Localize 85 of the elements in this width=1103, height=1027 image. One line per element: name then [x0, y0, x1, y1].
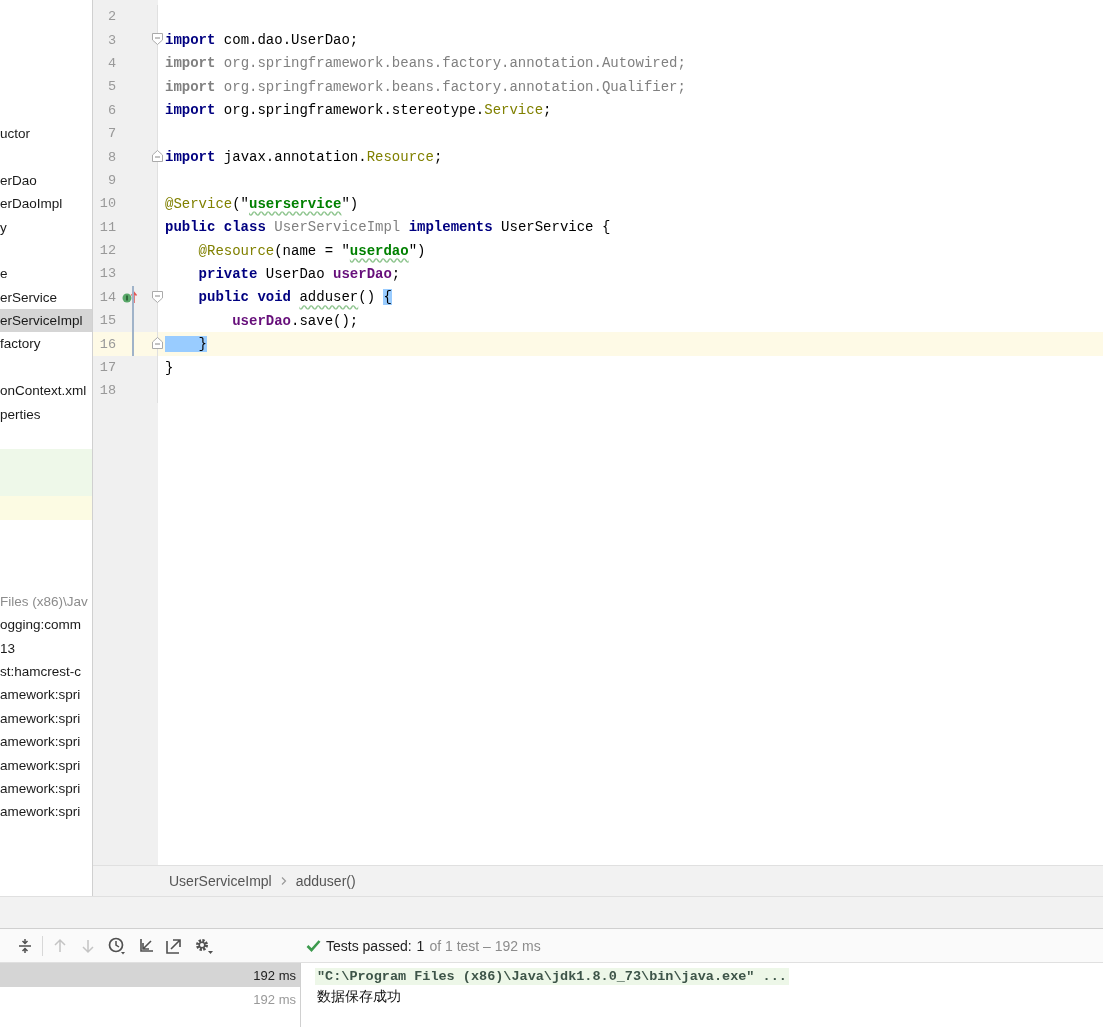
code-text: UserDao — [264, 266, 326, 282]
code-text: } — [165, 359, 174, 376]
tree-item[interactable]: y — [0, 215, 92, 239]
brace: { — [383, 289, 392, 306]
code-text: ; — [391, 266, 401, 282]
line-number: 17 — [98, 360, 116, 376]
line-number: 2 — [106, 9, 116, 25]
unused-code: UserServiceImpl — [273, 219, 401, 236]
tree-item[interactable]: Files (x86)\Jav — [0, 589, 92, 614]
line-number: 5 — [106, 79, 116, 95]
unused-code: org.springframework.beans.factory.annotation.Qualifier; — [222, 78, 686, 95]
line-number: 6 — [106, 102, 116, 118]
test-count: 1 — [416, 937, 425, 954]
test-duration: 192 ms — [253, 967, 296, 983]
line-number: 16 — [98, 336, 116, 352]
tree-item[interactable]: uctor — [0, 121, 92, 146]
tree-item[interactable]: st:hamcrest-c — [0, 659, 92, 684]
test-duration: 192 ms — [253, 991, 296, 1007]
code-text: .save(); — [291, 312, 359, 329]
keyword: public void — [197, 289, 293, 306]
tree-item[interactable]: amework:spri — [0, 730, 92, 754]
keyword: import — [165, 78, 216, 95]
tree-item[interactable]: perties — [0, 402, 92, 427]
line-number: 13 — [98, 266, 116, 282]
line-number: 10 — [98, 196, 116, 212]
line-number: 8 — [106, 149, 116, 165]
line-number: 12 — [98, 243, 116, 259]
keyword: import — [165, 149, 216, 166]
chevron-icon — [279, 876, 288, 886]
annotation: Service — [484, 102, 544, 119]
line-number: 15 — [98, 313, 116, 329]
code-text: com.dao.UserDao; — [222, 32, 359, 49]
brace: } — [165, 336, 207, 353]
code-text: ; — [543, 102, 552, 119]
tree-item[interactable]: amework:spri — [0, 776, 92, 801]
line-number: 9 — [106, 172, 116, 188]
tree-item[interactable]: amework:spri — [0, 753, 92, 777]
tree-item[interactable]: onContext.xml — [0, 379, 92, 403]
keyword: private — [197, 266, 258, 282]
line-number: 7 — [106, 126, 116, 142]
code-text: javax.annotation. — [222, 149, 367, 166]
tree-item[interactable]: erDaoImpl — [0, 192, 92, 216]
console-output: 数据保存成功 — [316, 987, 402, 1006]
keyword: import — [165, 55, 216, 72]
string-literal: userservice — [249, 195, 342, 212]
tree-item[interactable]: e — [0, 262, 92, 286]
keyword: import — [165, 32, 216, 49]
string-literal: userdao — [349, 242, 409, 259]
line-number: 4 — [106, 55, 116, 71]
breadcrumb-item[interactable]: adduser() — [295, 873, 356, 889]
method-name: adduser — [299, 289, 359, 306]
unused-code: org.springframework.beans.factory.annotation.Autowired; — [222, 55, 686, 72]
tree-item[interactable]: ogging:comm — [0, 613, 92, 637]
keyword: implements — [407, 219, 493, 236]
tree-item[interactable]: factory — [0, 332, 92, 356]
code-text: () — [358, 289, 377, 306]
test-summary: of 1 test – 192 ms — [429, 937, 541, 954]
code-text: ") — [408, 242, 426, 259]
annotation: @Resource — [197, 242, 275, 259]
code-text: (" — [232, 195, 250, 212]
test-row[interactable]: 192 ms — [0, 963, 300, 987]
keyword: public class — [165, 219, 266, 236]
line-number: 11 — [98, 219, 116, 235]
field-name: userDao — [231, 312, 292, 329]
code-text: org.springframework.stereotype. — [222, 102, 485, 119]
tree-item[interactable]: erServiceImpl — [0, 309, 92, 333]
line-number: 3 — [106, 32, 116, 48]
code-text: ; — [433, 149, 443, 166]
tree-item[interactable]: amework:spri — [0, 683, 92, 707]
code-text: UserService { — [500, 219, 611, 236]
tree-item[interactable]: 13 — [0, 636, 92, 660]
tree-item[interactable]: amework:spri — [0, 706, 92, 731]
code-text: ") — [341, 195, 359, 212]
field-name: userDao — [333, 266, 392, 282]
tree-item[interactable]: erService — [0, 285, 92, 310]
test-status-label: Tests passed: — [326, 937, 412, 954]
keyword: import — [165, 102, 216, 119]
tree-item[interactable]: erDao — [0, 168, 92, 193]
line-number: 18 — [98, 383, 116, 399]
line-number: 14 — [98, 289, 116, 305]
annotation: Resource — [366, 149, 434, 166]
breadcrumb-item[interactable]: UserServiceImpl — [169, 873, 272, 889]
tree-item[interactable]: amework:spri — [0, 800, 92, 824]
code-text: (name = " — [274, 242, 350, 259]
annotation: @Service — [165, 195, 233, 212]
